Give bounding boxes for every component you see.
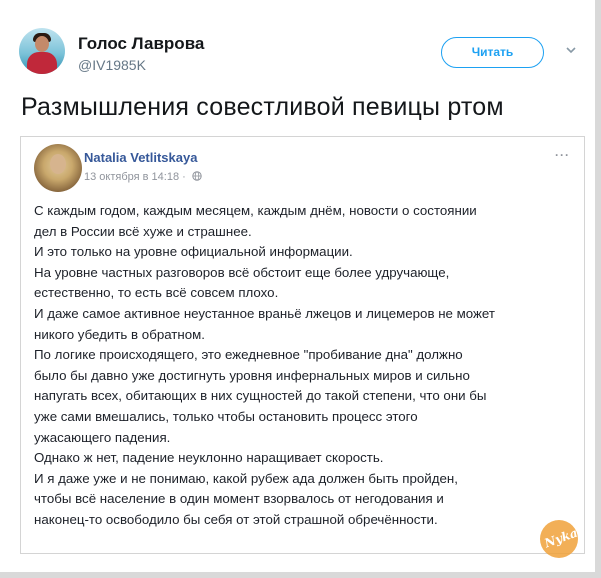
post-author-avatar [34,144,82,192]
post-line: было бы давно уже достигнуть уровня инфе… [34,367,470,383]
tweet-text: Размышления совестливой певицы ртом [21,93,504,121]
author-avatar[interactable] [19,28,65,74]
post-author-name: Natalia Vetlitskaya [84,150,198,165]
post-body: С каждым годом, каждым месяцем, каждым д… [34,201,574,531]
post-line: напугать всех, обитающих в них сущностей… [34,388,487,404]
author-handle[interactable]: @IV1985K [78,57,146,73]
embedded-post-card: Natalia Vetlitskaya 13 октября в 14:18 ·… [20,136,585,554]
post-line: И это только на уровне официальной инфор… [34,244,353,260]
post-line: никого убедить в обратном. [34,326,205,342]
post-line: дел в России всё хуже и страшнее. [34,223,252,239]
post-line: Однако ж нет, падение неуклонно наращива… [34,450,384,466]
post-line: По логике происходящего, это ежедневное … [34,347,463,363]
post-line: уже сами вмешались, только чтобы останов… [34,408,418,424]
post-line: С каждым годом, каждым месяцем, каждым д… [34,203,477,218]
post-meta: 13 октября в 14:18 · [84,171,202,183]
follow-button[interactable]: Читать [441,37,544,68]
chevron-down-icon[interactable] [565,44,577,56]
globe-icon [192,171,202,181]
post-line: И даже самое активное неустанное враньё … [34,305,495,321]
post-line: наконец-то освободило бы себя от этой ст… [34,511,438,527]
post-line: И я даже уже и не понимаю, какой рубеж а… [34,470,458,486]
post-line: На уровне частных разговоров всё обстоит… [34,264,450,280]
more-icon: ··· [555,148,570,162]
post-line: естественно, то есть всё совсем плохо. [34,285,279,301]
post-date: 13 октября в 14:18 · [84,171,186,183]
post-line: чтобы всё население в один момент взорва… [34,491,444,507]
watermark-text: Nyka [542,525,578,551]
post-line: ужасающего падения. [34,429,171,445]
author-name[interactable]: Голос Лаврова [78,34,204,54]
watermark-logo: Nyka [540,520,578,558]
